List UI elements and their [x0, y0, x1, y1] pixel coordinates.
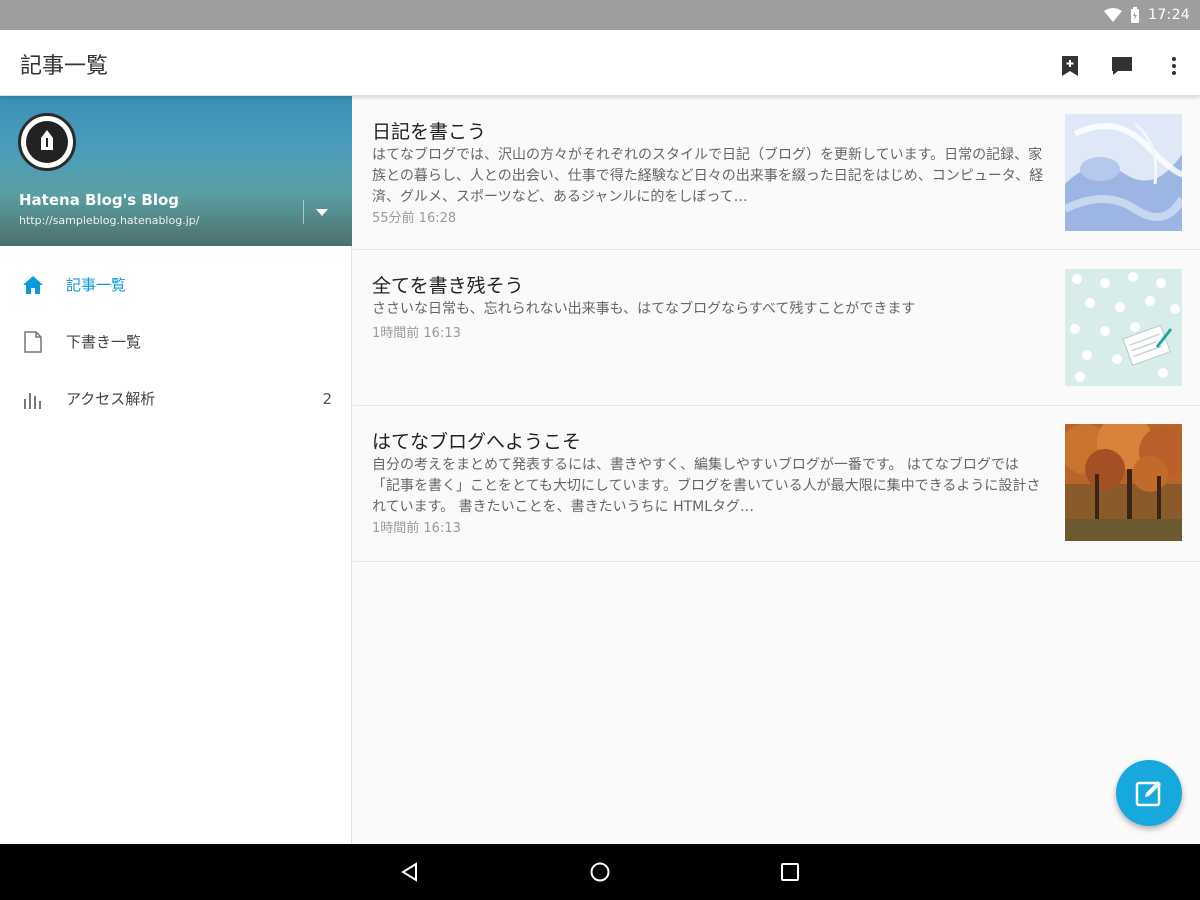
comment-icon[interactable]: [1110, 54, 1134, 78]
wifi-icon: [1104, 8, 1123, 22]
recents-icon[interactable]: [770, 852, 810, 892]
back-icon[interactable]: [390, 852, 430, 892]
blog-logo[interactable]: [18, 113, 76, 171]
entry-title: 全てを書き残そう: [372, 275, 524, 297]
entry-title: はてなブログへようこそ: [372, 431, 582, 453]
sidebar-item-label: 記事一覧: [66, 276, 127, 294]
list-item[interactable]: 全てを書き残そう ささいな日常も、忘れられない出来事も、はてなブログならすべて残…: [353, 250, 1200, 406]
entry-time: 1時間前 16:13: [372, 326, 461, 341]
chevron-down-icon: [316, 208, 328, 216]
home-icon: [22, 274, 44, 296]
blog-header: Hatena Blog's Blog http://sampleblog.hat…: [0, 96, 352, 246]
sidebar-item-label: アクセス解析: [66, 390, 156, 408]
header-divider: [303, 200, 304, 224]
entry-excerpt: はてなブログでは、沢山の方々がそれぞれのスタイルで日記（ブログ）を更新しています…: [372, 147, 1044, 205]
entry-time: 55分前 16:28: [372, 211, 457, 226]
edit-icon: [1135, 781, 1161, 807]
compose-button[interactable]: [1116, 760, 1182, 826]
bar-chart-icon: [22, 388, 44, 410]
list-item[interactable]: はてなブログへようこそ 自分の考えをまとめて発表するには、書きやすく、編集しやす…: [353, 406, 1200, 562]
entry-title: 日記を書こう: [372, 121, 487, 143]
list-item[interactable]: 日記を書こう はてなブログでは、沢山の方々がそれぞれのスタイルで日記（ブログ）を…: [353, 96, 1200, 250]
sidebar-item-entries[interactable]: 記事一覧: [0, 256, 352, 313]
entry-thumbnail: [1065, 424, 1182, 541]
status-bar: 17:24: [0, 0, 1200, 30]
system-nav-bar: [0, 844, 1200, 900]
battery-icon: [1130, 7, 1140, 23]
entry-thumbnail: [1065, 114, 1182, 231]
entry-excerpt: ささいな日常も、忘れられない出来事も、はてなブログならすべて残すことができます: [372, 301, 916, 317]
home-nav-icon[interactable]: [580, 852, 620, 892]
drawer-nav: 記事一覧 下書き一覧 アクセス解析 2: [0, 256, 352, 427]
entry-time: 1時間前 16:13: [372, 521, 461, 536]
pen-icon: [26, 121, 68, 163]
app-bar: 記事一覧: [0, 30, 1200, 96]
blog-name: Hatena Blog's Blog: [19, 191, 180, 209]
sidebar-item-drafts[interactable]: 下書き一覧: [0, 313, 352, 370]
bookmark-add-icon[interactable]: [1058, 54, 1082, 78]
status-time: 17:24: [1148, 7, 1190, 23]
sidebar-item-analytics[interactable]: アクセス解析 2: [0, 370, 352, 427]
analytics-count-badge: 2: [322, 389, 332, 408]
entry-list: 日記を書こう はてなブログでは、沢山の方々がそれぞれのスタイルで日記（ブログ）を…: [353, 96, 1200, 844]
navigation-drawer: Hatena Blog's Blog http://sampleblog.hat…: [0, 96, 352, 844]
blog-url: http://sampleblog.hatenablog.jp/: [19, 214, 200, 227]
draft-icon: [22, 330, 44, 353]
page-title: 記事一覧: [20, 54, 109, 79]
more-vert-icon[interactable]: [1162, 54, 1186, 78]
entry-excerpt: 自分の考えをまとめて発表するには、書きやすく、編集しやすいブログが一番です。 は…: [372, 457, 1041, 515]
entry-thumbnail: [1065, 269, 1182, 386]
sidebar-item-label: 下書き一覧: [66, 333, 142, 351]
blog-switch-dropdown[interactable]: [310, 200, 334, 224]
